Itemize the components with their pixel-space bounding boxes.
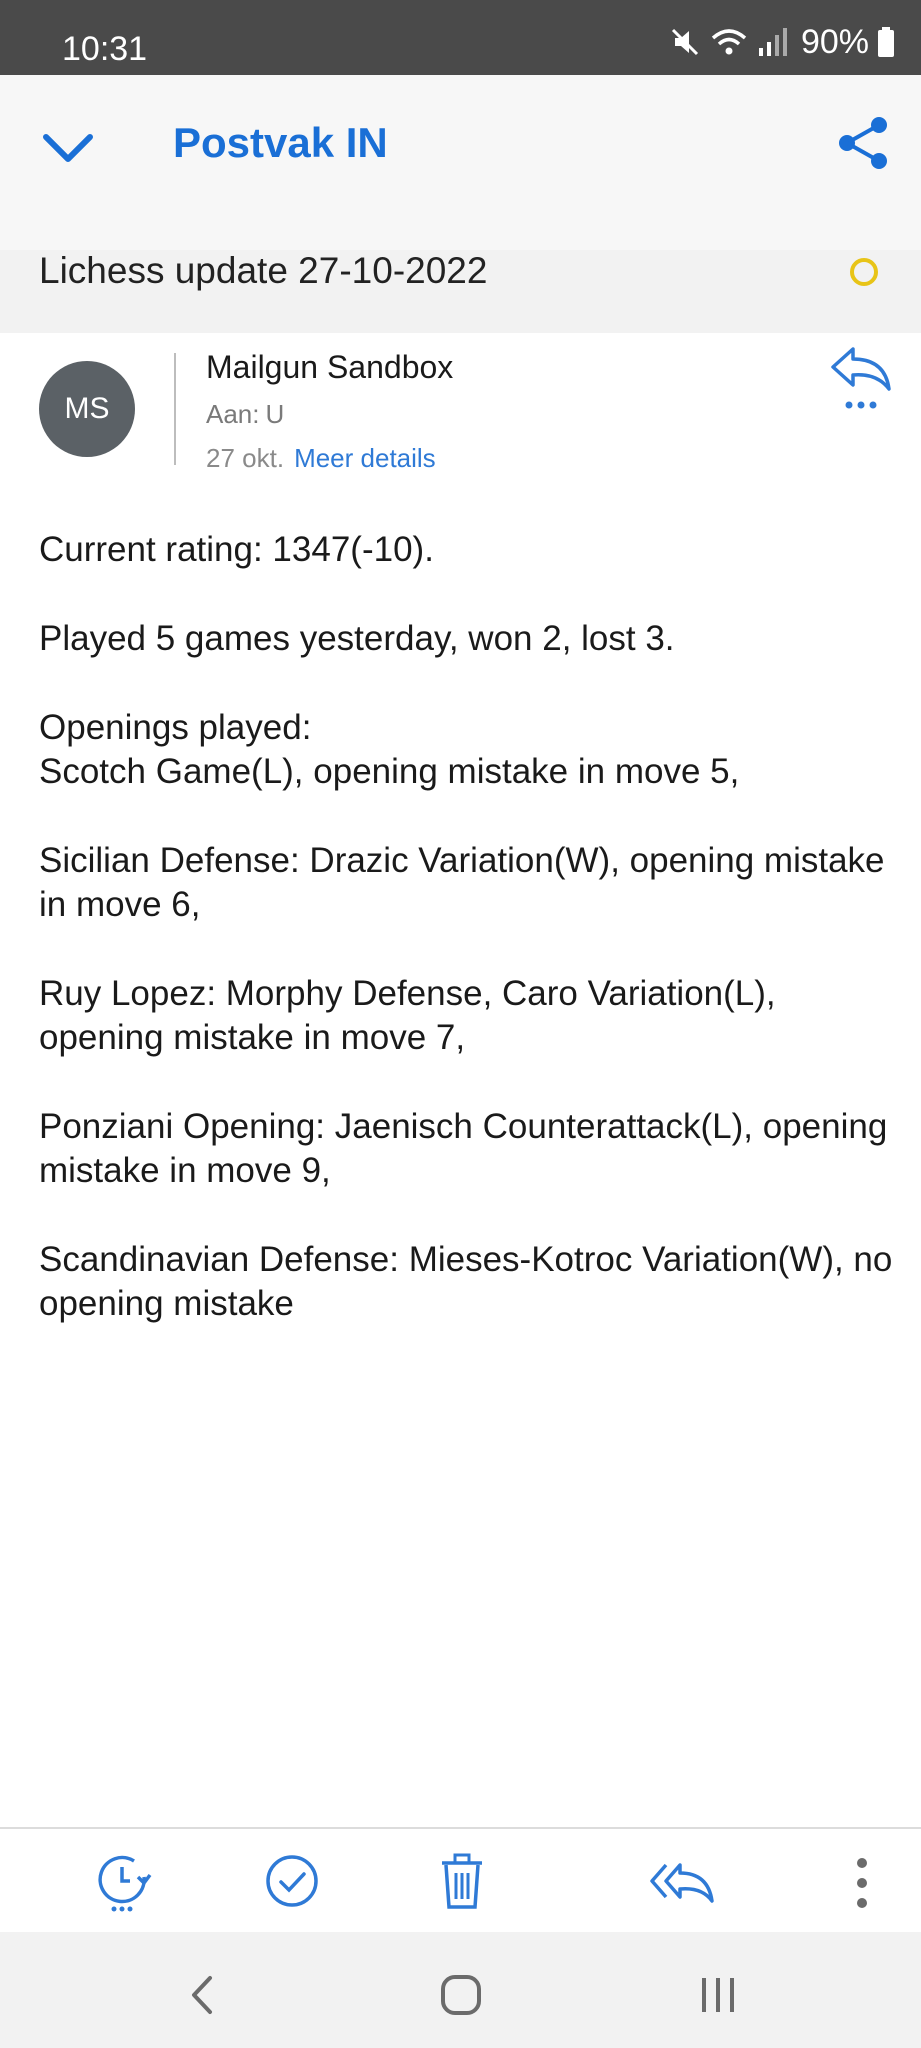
email-subject: Lichess update 27-10-2022 [39,250,488,291]
email-header: MS Mailgun Sandbox Aan: U 27 okt. Meer det… [0,333,921,483]
chevron-down-icon[interactable] [40,123,96,173]
snooze-icon[interactable] [94,1851,154,1915]
wifi-icon [711,29,747,55]
email-date: 27 okt. [206,443,285,473]
email-body: Current rating: 1347(-10). Played 5 game… [39,528,899,1371]
mark-done-icon[interactable] [262,1851,322,1915]
folder-title[interactable]: Postvak IN [173,119,388,167]
recipient-label: Aan: [206,399,260,429]
app-top-bar: Postvak IN [0,75,921,250]
recipient-value: U [265,399,285,429]
opening-item: Scotch Game(L), opening mistake in move … [39,752,740,791]
avatar[interactable]: MS [39,361,135,457]
rating-line: Current rating: 1347(-10). [39,530,434,569]
battery-icon [878,27,894,57]
subject-bar: Lichess update 27-10-2022 [0,250,921,333]
status-time: 10:31 [62,30,148,68]
sender-name: Mailgun Sandbox [206,349,454,385]
delete-icon[interactable] [432,1851,492,1915]
bottom-toolbar [0,1829,921,1932]
recipient-line: Aan: U [206,399,284,430]
mute-icon [671,28,698,56]
opening-item: Ponziani Opening: Jaenisch Counterattack… [39,1107,888,1190]
opening-item: Sicilian Defense: Drazic Variation(W), o… [39,841,885,924]
summary-line: Played 5 games yesterday, won 2, lost 3. [39,619,675,658]
header-divider [174,353,176,465]
system-nav-bar [0,1932,921,2048]
openings-heading: Openings played: [39,708,312,747]
date-line: 27 okt. Meer details [206,443,436,474]
status-icons: 90% [669,22,895,62]
home-icon[interactable] [436,1970,486,2020]
battery-percentage: 90% [800,22,869,61]
status-bar: 10:31 90% [0,0,921,75]
more-options-icon[interactable] [832,1851,892,1915]
flag-icon[interactable] [850,258,878,286]
share-icon[interactable] [835,113,891,173]
back-icon[interactable] [178,1970,228,2020]
details-link[interactable]: Meer details [294,443,436,473]
reply-all-icon[interactable] [648,1851,716,1915]
opening-item: Ruy Lopez: Morphy Defense, Caro Variatio… [39,974,776,1057]
opening-item: Scandinavian Defense: Mieses-Kotroc Vari… [39,1240,893,1323]
reply-icon[interactable] [827,343,895,413]
recent-apps-icon[interactable] [694,1970,744,2020]
signal-icon [758,28,787,56]
